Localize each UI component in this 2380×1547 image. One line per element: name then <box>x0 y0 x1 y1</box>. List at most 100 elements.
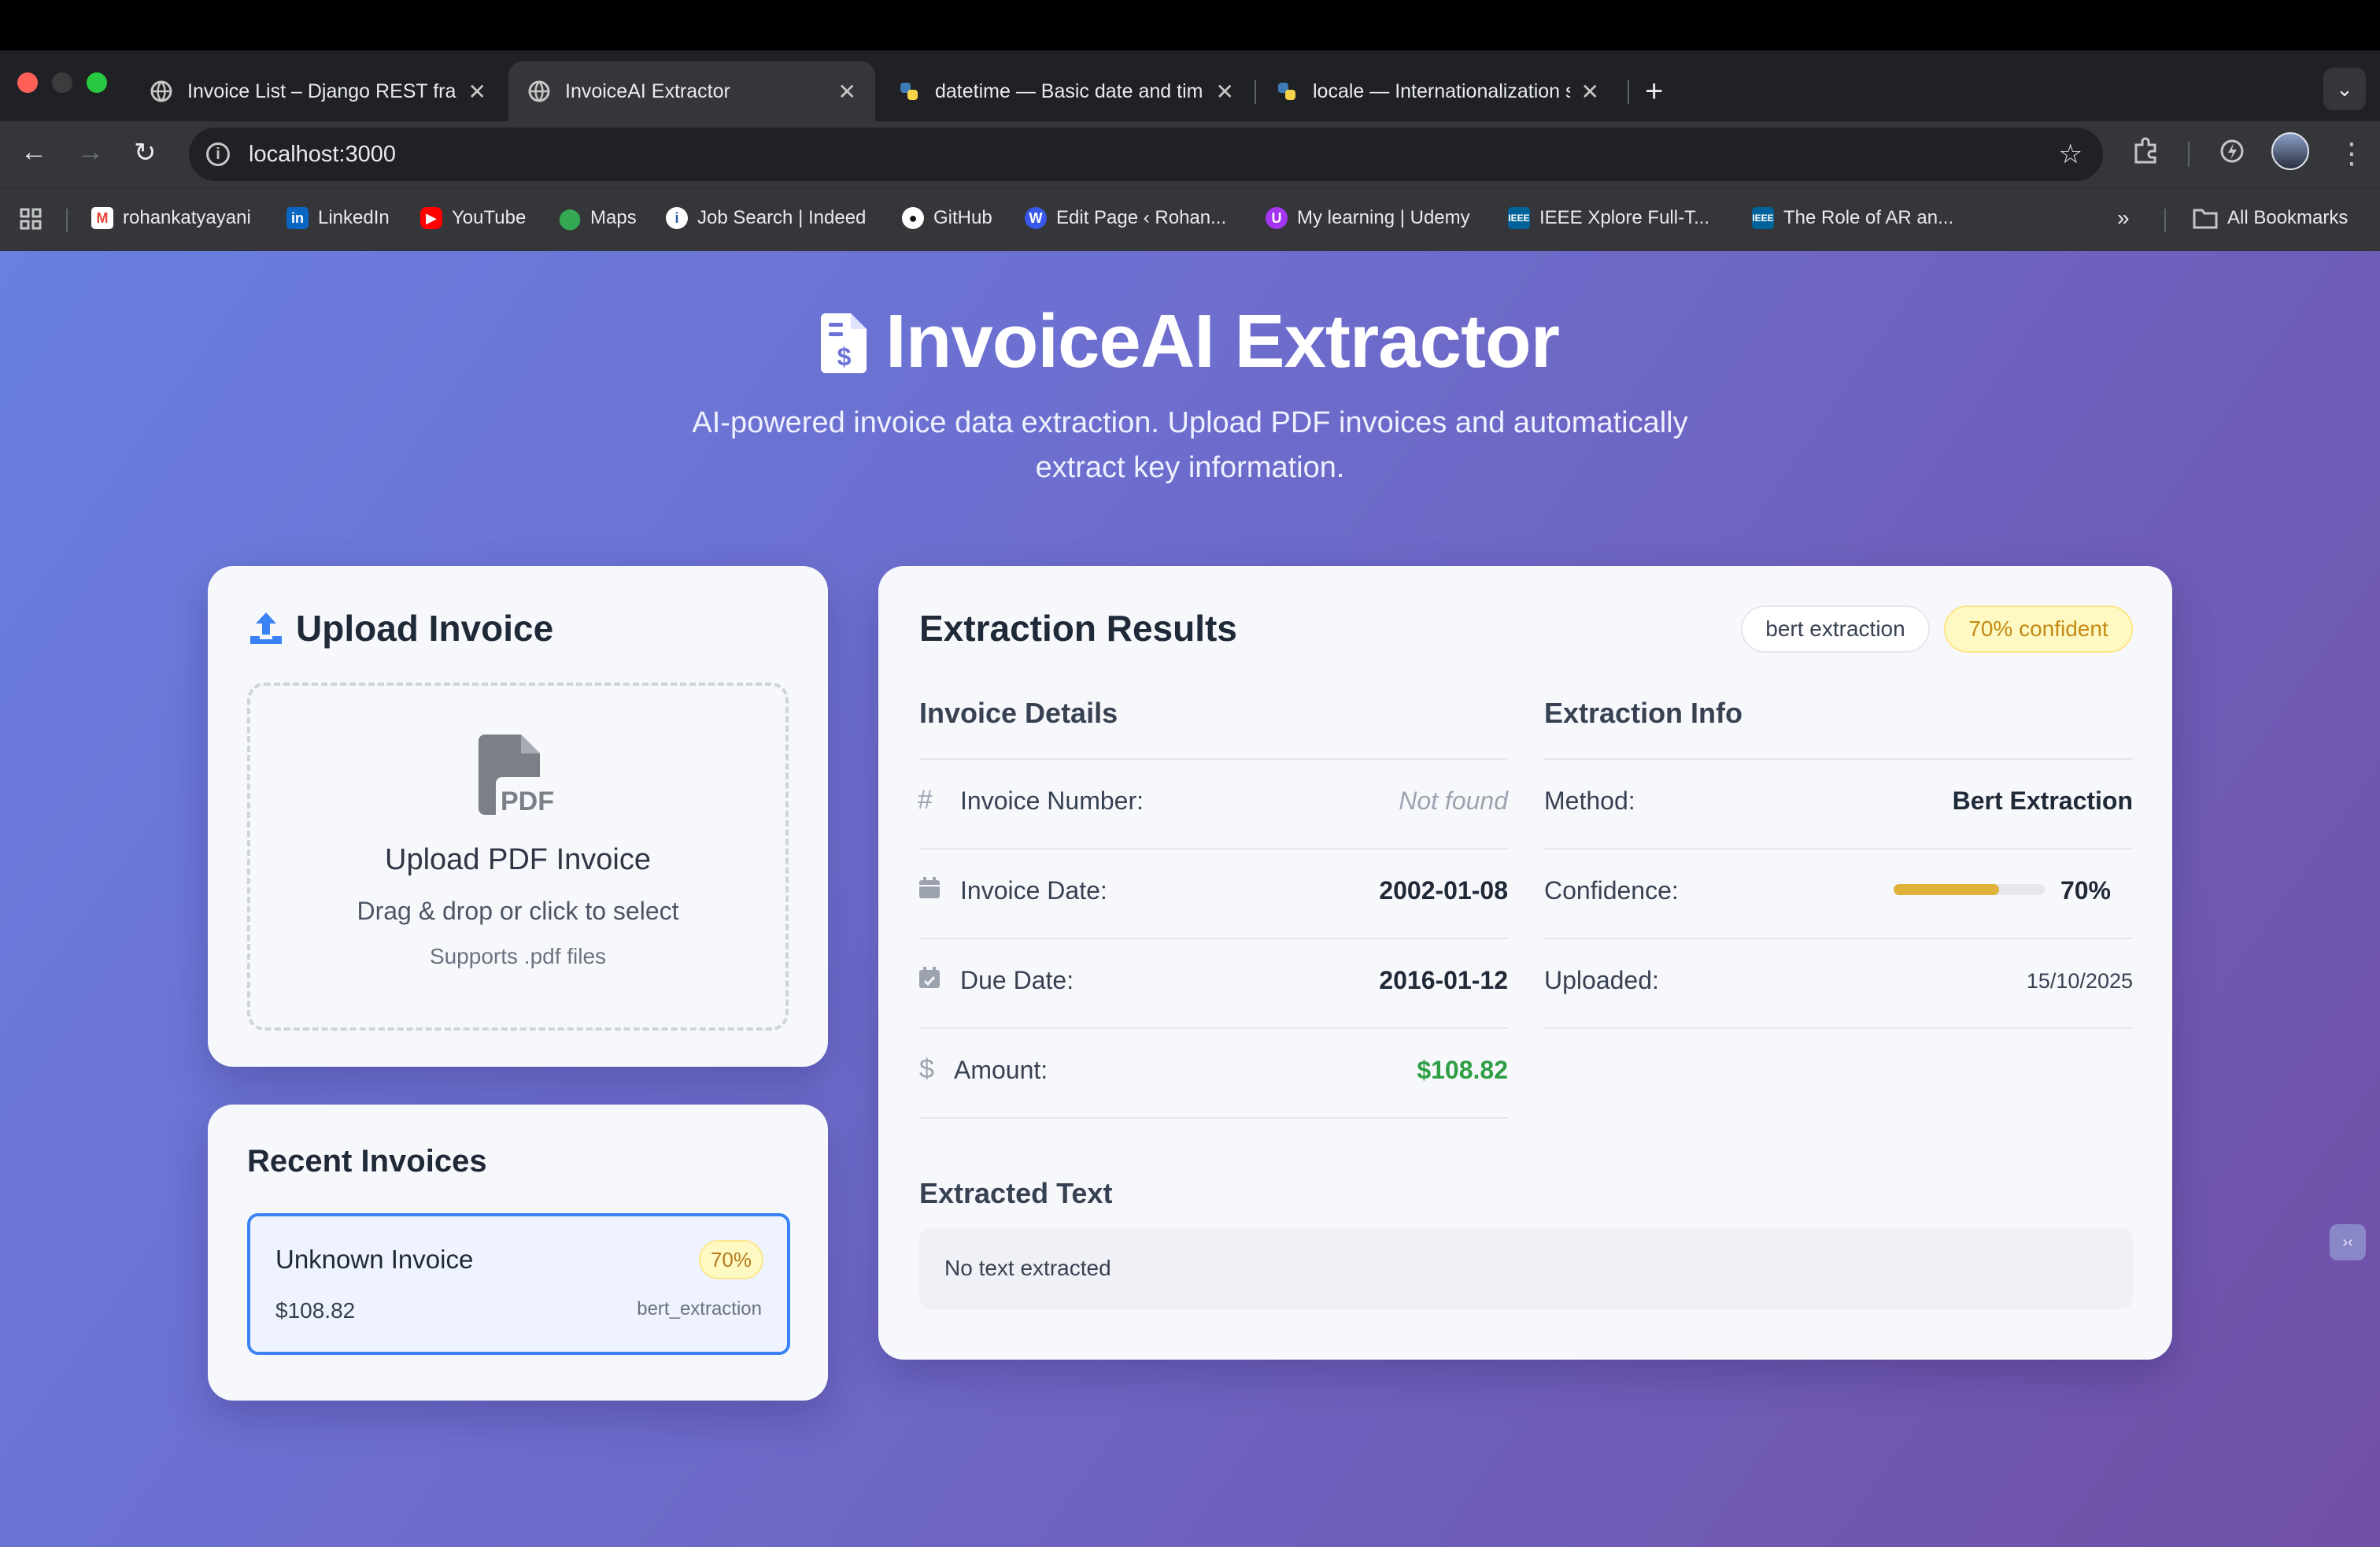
profile-avatar[interactable] <box>2271 132 2309 170</box>
close-window-button[interactable] <box>17 72 38 93</box>
extraction-info-title: Extraction Info <box>1544 697 1743 729</box>
bookmarks-bar: M rohankatyayani in LinkedIn ▶ YouTube ⬤… <box>0 187 2380 251</box>
bookmark-star-icon[interactable]: ☆ <box>2059 139 2082 170</box>
maximize-window-button[interactable] <box>87 72 107 93</box>
dropzone-support: Supports .pdf files <box>429 944 607 968</box>
confidence-badge: 70% <box>699 1240 763 1279</box>
invoice-date-value: 2002-01-08 <box>1379 876 1508 905</box>
bookmark-label: GitHub <box>933 207 992 228</box>
udemy-icon: U <box>1266 207 1288 229</box>
divider <box>919 758 1508 760</box>
globe-icon <box>528 80 550 102</box>
amount-value: $108.82 <box>1417 1056 1508 1084</box>
bookmark-item[interactable]: ● GitHub <box>902 207 992 229</box>
bookmark-item[interactable]: i Job Search | Indeed <box>666 207 866 229</box>
method-badge: bert extraction <box>1741 605 1930 653</box>
wordpress-icon: W <box>1025 207 1047 229</box>
all-bookmarks-label: All Bookmarks <box>2227 207 2349 228</box>
browser-toolbar: ← → ↻ i localhost:3000 ☆ ⋮ <box>0 121 2380 187</box>
performance-icon[interactable] <box>2218 137 2246 172</box>
tab-search-button[interactable]: ⌄ <box>2323 68 2366 110</box>
upload-title-text: Upload Invoice <box>296 608 554 649</box>
more-bookmarks-chevron-icon[interactable]: » <box>2117 205 2130 231</box>
uploaded-value: 15/10/2025 <box>2026 969 2133 993</box>
dropzone-hint: Drag & drop or click to select <box>357 897 679 925</box>
divider <box>919 1027 1508 1029</box>
maps-icon: ⬤ <box>558 205 582 230</box>
calendar-icon <box>919 877 940 898</box>
apps-grid-icon[interactable] <box>19 207 42 231</box>
tab-separator <box>1628 80 1629 104</box>
reload-button[interactable]: ↻ <box>134 137 157 168</box>
close-tab-icon[interactable]: ✕ <box>1581 79 1599 105</box>
menu-dots-icon[interactable]: ⋮ <box>2338 137 2366 170</box>
recent-invoice-item[interactable]: Unknown Invoice 70% $108.82 bert_extract… <box>247 1213 790 1355</box>
divider <box>919 1117 1508 1119</box>
bookmark-item[interactable]: M rohankatyayani <box>91 207 251 229</box>
page-title: $ InvoiceAI Extractor <box>0 298 2380 385</box>
bookmark-item[interactable]: in LinkedIn <box>286 207 390 229</box>
divider <box>1544 848 2133 849</box>
address-bar[interactable]: i localhost:3000 ☆ <box>189 128 2103 181</box>
site-info-icon[interactable]: i <box>206 142 230 166</box>
bookmark-item[interactable]: IEEE IEEE Xplore Full-T... <box>1508 207 1709 229</box>
bookmark-label: YouTube <box>452 207 527 228</box>
invoice-number-label: Invoice Number: <box>960 786 1144 815</box>
browser-tab-active[interactable]: InvoiceAI Extractor ✕ <box>508 61 875 121</box>
browser-tab[interactable]: locale — Internationalization s ✕ <box>1256 61 1618 121</box>
bookmark-item[interactable]: IEEE The Role of AR an... <box>1752 207 1953 229</box>
indeed-icon: i <box>666 207 688 229</box>
upload-card: Upload Invoice PDF Upload PDF Invoice Dr… <box>208 566 828 1067</box>
ieee-icon: IEEE <box>1508 207 1530 229</box>
back-button[interactable]: ← <box>20 137 47 168</box>
bookmark-item[interactable]: U My learning | Udemy <box>1266 207 1470 229</box>
bookmark-label: My learning | Udemy <box>1297 207 1470 228</box>
divider <box>919 848 1508 849</box>
browser-tab[interactable]: datetime — Basic date and tim ✕ <box>878 61 1253 121</box>
bookmark-item[interactable]: W Edit Page ‹ Rohan... <box>1025 207 1226 229</box>
upload-icon <box>250 613 282 644</box>
calendar-check-icon <box>919 967 940 988</box>
due-date-value: 2016-01-12 <box>1379 966 1508 994</box>
devtools-widget-icon[interactable]: ›‹ <box>2330 1224 2366 1260</box>
invoice-name: Unknown Invoice <box>275 1245 474 1274</box>
page-subtitle: AI-powered invoice data extraction. Uplo… <box>692 406 1688 484</box>
forward-button[interactable]: → <box>77 137 104 168</box>
close-tab-icon[interactable]: ✕ <box>1216 79 1234 105</box>
pdf-dropzone[interactable]: PDF Upload PDF Invoice Drag & drop or cl… <box>247 683 789 1031</box>
all-bookmarks-folder[interactable]: All Bookmarks <box>2193 207 2348 229</box>
divider <box>919 938 1508 939</box>
browser-tab[interactable]: Invoice List – Django REST fra ✕ <box>131 61 505 121</box>
invoice-method: bert_extraction <box>637 1298 762 1319</box>
screen-top-bar <box>0 0 2380 50</box>
divider <box>1544 758 2133 760</box>
bookmark-label: rohankatyayani <box>123 207 251 228</box>
close-tab-icon[interactable]: ✕ <box>468 79 486 105</box>
close-tab-icon[interactable]: ✕ <box>838 79 856 105</box>
divider <box>1544 938 2133 939</box>
browser-tab-strip: Invoice List – Django REST fra ✕ Invoice… <box>0 50 2380 121</box>
minimize-window-button[interactable] <box>52 72 72 93</box>
bookmark-label: Job Search | Indeed <box>697 207 867 228</box>
new-tab-button[interactable]: + <box>1645 74 1663 109</box>
bookmark-label: Maps <box>590 207 637 228</box>
confidence-label: Confidence: <box>1544 876 1679 905</box>
bookmark-label: IEEE Xplore Full-T... <box>1539 207 1710 228</box>
invoice-amount: $108.82 <box>275 1298 356 1323</box>
linkedin-icon: in <box>286 207 309 229</box>
bookmark-label: The Role of AR an... <box>1783 207 1954 228</box>
amount-label: Amount: <box>954 1056 1048 1084</box>
pdf-file-icon: PDF <box>479 735 554 815</box>
tab-title: datetime — Basic date and tim <box>935 80 1203 102</box>
window-controls <box>17 72 107 93</box>
app-page: $ InvoiceAI Extractor AI-powered invoice… <box>0 251 2380 1547</box>
extracted-text-title: Extracted Text <box>919 1177 1113 1209</box>
bookmark-label: Edit Page ‹ Rohan... <box>1056 207 1227 228</box>
method-label: Method: <box>1544 786 1635 815</box>
bookmark-item[interactable]: ▶ YouTube <box>420 207 526 229</box>
recent-invoices-card: Recent Invoices Unknown Invoice 70% $108… <box>208 1105 828 1401</box>
bookmark-item[interactable]: ⬤ Maps <box>558 205 637 230</box>
extensions-icon[interactable] <box>2131 137 2160 172</box>
pdf-label: PDF <box>501 786 554 815</box>
bookmark-separator <box>2164 209 2166 232</box>
